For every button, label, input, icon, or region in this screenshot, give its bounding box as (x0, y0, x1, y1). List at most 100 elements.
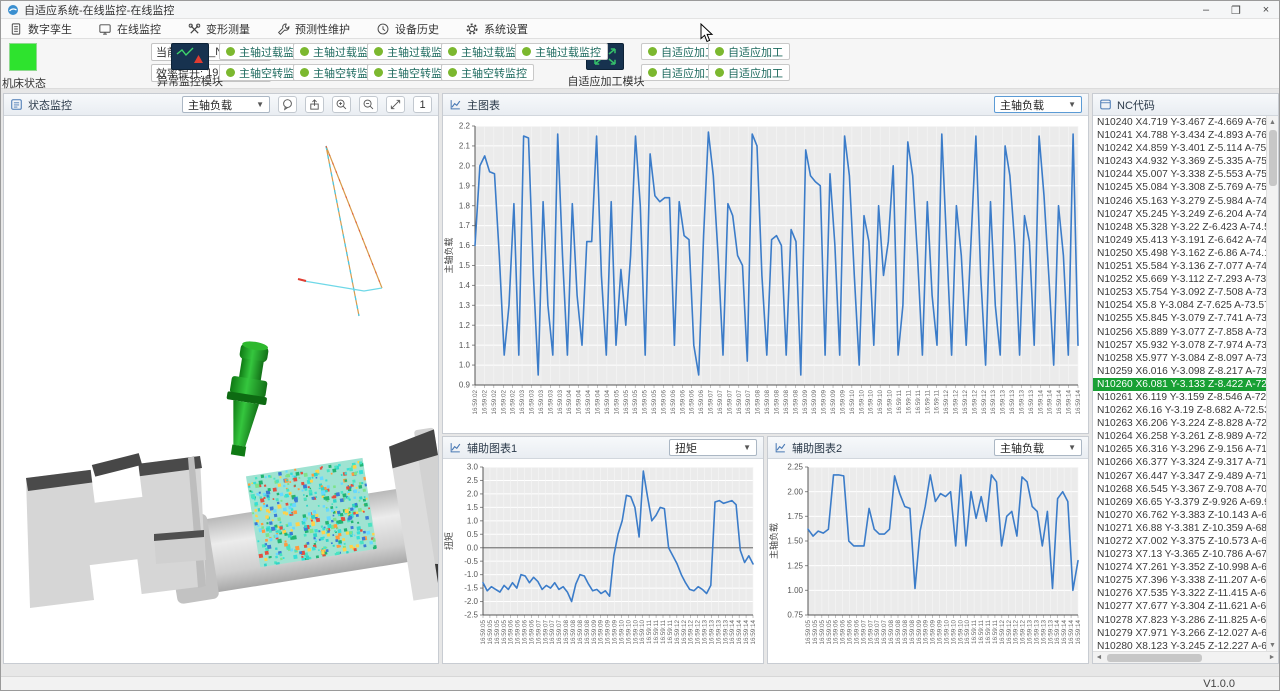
maximize-button[interactable]: ❐ (1221, 1, 1251, 19)
abnormal-monitor-module-icon[interactable] (171, 43, 209, 70)
nc-code-line[interactable]: N10279 X7.971 Y-3.266 Z-12.027 A-62.98 (1093, 627, 1278, 640)
nc-code-line[interactable]: N10254 X5.8 Y-3.084 Z-7.625 A-73.571 C (1093, 299, 1278, 312)
nc-code-line[interactable]: N10280 X8.123 Y-3.245 Z-12.227 A-62.23 (1093, 640, 1278, 651)
nc-code-line[interactable]: N10251 X5.584 Y-3.136 Z-7.077 A-74.012 (1093, 260, 1278, 273)
adaptive-machining-button[interactable]: 自适应加工 (708, 43, 790, 60)
nc-code-line-selected[interactable]: N10260 X6.081 Y-3.133 Z-8.422 A-72.835 (1093, 378, 1278, 391)
nc-code-line[interactable]: N10268 X6.545 Y-3.367 Z-9.708 A-70.519 (1093, 483, 1278, 496)
nc-code-line[interactable]: N10265 X6.316 Y-3.296 Z-9.156 A-71.771 (1093, 443, 1278, 456)
nc-code-line[interactable]: N10257 X5.932 Y-3.078 Z-7.974 A-73.243 (1093, 339, 1278, 352)
menu-item-device-history[interactable]: 设备历史 (376, 21, 439, 37)
export-icon[interactable] (305, 96, 324, 113)
nc-code-line[interactable]: N10248 X5.328 Y-3.22 Z-6.423 A-74.52 C (1093, 221, 1278, 234)
zoom-in-icon[interactable] (332, 96, 351, 113)
nc-code-line[interactable]: N10246 X5.163 Y-3.279 Z-5.984 A-74.892 (1093, 195, 1278, 208)
close-button[interactable]: × (1251, 1, 1280, 19)
fit-view-icon[interactable] (386, 96, 405, 113)
scroll-left-icon[interactable]: ◄ (1093, 654, 1105, 661)
nc-code-line[interactable]: N10245 X5.084 Y-3.308 Z-5.769 A-75.088 (1093, 181, 1278, 194)
nc-code-line[interactable]: N10247 X5.245 Y-3.249 Z-6.204 A-74.701 (1093, 208, 1278, 221)
nc-code-line[interactable]: N10261 X6.119 Y-3.159 Z-8.546 A-72.701 (1093, 391, 1278, 404)
nc-code-line[interactable]: N10243 X4.932 Y-3.369 Z-5.335 A-75.523 (1093, 155, 1278, 168)
menu-item-online-monitoring[interactable]: 在线监控 (98, 21, 161, 37)
nc-code-panel: NC代码 N10240 X4.719 Y-3.467 Z-4.669 A-76.… (1092, 93, 1279, 664)
nc-code-line[interactable]: N10244 X5.007 Y-3.338 Z-5.553 A-75.297 (1093, 168, 1278, 181)
svg-text:16:59:05: 16:59:05 (651, 390, 658, 415)
menu-item-deformation-measure[interactable]: 变形测量 (187, 21, 250, 37)
doc-icon (9, 22, 23, 36)
aux-chart1-source-dropdown[interactable]: 扭矩▼ (669, 439, 757, 456)
svg-text:16:59:07: 16:59:07 (708, 390, 715, 415)
nc-code-line[interactable]: N10264 X6.258 Y-3.261 Z-8.989 A-72.072 (1093, 430, 1278, 443)
svg-text:16:59:05: 16:59:05 (632, 390, 639, 415)
svg-text:1.5: 1.5 (459, 261, 471, 270)
nc-code-line[interactable]: N10277 X7.677 Y-3.304 Z-11.621 A-64.48 (1093, 600, 1278, 613)
nc-code-list[interactable]: N10240 X4.719 Y-3.467 Z-4.669 A-76.396N1… (1093, 116, 1278, 651)
aux-chart2[interactable]: 0.751.001.251.501.752.002.2516:59:0516:5… (768, 459, 1088, 663)
spindle-overload-monitor-button[interactable]: 主轴过载监控 (515, 43, 608, 60)
main-chart[interactable]: 0.91.01.11.21.31.41.51.61.71.81.92.02.12… (443, 116, 1088, 433)
zoom-out-icon[interactable] (359, 96, 378, 113)
nc-horizontal-scrollbar[interactable]: ◄ ► (1093, 651, 1278, 663)
nc-code-line[interactable]: N10266 X6.377 Y-3.324 Z-9.317 A-71.443 (1093, 456, 1278, 469)
status-source-dropdown[interactable]: 主轴负载▼ (182, 96, 270, 113)
nc-code-line[interactable]: N10275 X7.396 Y-3.338 Z-11.207 A-65.95 (1093, 574, 1278, 587)
svg-text:16:59:09: 16:59:09 (839, 390, 846, 415)
nc-code-line[interactable]: N10274 X7.261 Y-3.352 Z-10.998 A-66.67 (1093, 561, 1278, 574)
nc-code-line[interactable]: N10253 X5.754 Y-3.092 Z-7.508 A-73.677 (1093, 286, 1278, 299)
hscroll-thumb[interactable] (1107, 654, 1202, 662)
nc-code-line[interactable]: N10276 X7.535 Y-3.322 Z-11.415 A-65.22 (1093, 587, 1278, 600)
nc-code-line[interactable]: N10256 X5.889 Y-3.077 Z-7.858 A-73.348 (1093, 326, 1278, 339)
scroll-up-icon[interactable]: ▲ (1267, 116, 1278, 128)
nc-code-line[interactable]: N10255 X5.845 Y-3.079 Z-7.741 A-73.458 (1093, 312, 1278, 325)
main-chart-source-dropdown[interactable]: 主轴负载▼ (994, 96, 1082, 113)
nc-code-line[interactable]: N10273 X7.13 Y-3.365 Z-10.786 A-67.372 (1093, 548, 1278, 561)
nc-code-line[interactable]: N10262 X6.16 Y-3.19 Z-8.682 A-72.534 C (1093, 404, 1278, 417)
adaptive-machining-button[interactable]: 自适应加工 (708, 64, 790, 81)
vscroll-thumb[interactable] (1269, 130, 1277, 186)
menu-bar: 数字孪生 在线监控 变形测量 预测性维护 设备历史 系统设置 (1, 19, 1280, 39)
status-dot-icon (522, 47, 531, 56)
aux-chart1[interactable]: -2.5-2.0-1.5-1.0-0.50.00.51.01.52.02.53.… (443, 459, 763, 663)
svg-text:16:59:08: 16:59:08 (764, 390, 771, 415)
menu-item-predictive-maintenance[interactable]: 预测性维护 (276, 21, 350, 37)
svg-text:1.7: 1.7 (459, 221, 471, 230)
svg-text:16:59:02: 16:59:02 (491, 390, 498, 415)
svg-text:16:59:02: 16:59:02 (472, 390, 479, 415)
minimize-button[interactable]: – (1191, 1, 1221, 19)
annotate-icon[interactable] (278, 96, 297, 113)
aux-chart2-source-dropdown[interactable]: 主轴负载▼ (994, 439, 1082, 456)
model-3d-view[interactable] (4, 116, 438, 662)
nc-code-line[interactable]: N10250 X5.498 Y-3.162 Z-6.86 A-74.178 C (1093, 247, 1278, 260)
nc-code-line[interactable]: N10252 X5.669 Y-3.112 Z-7.293 A-73.844 (1093, 273, 1278, 286)
scroll-down-icon[interactable]: ▼ (1267, 639, 1278, 651)
nc-code-line[interactable]: N10270 X6.762 Y-3.383 Z-10.143 A-69.34 (1093, 509, 1278, 522)
nc-vertical-scrollbar[interactable]: ▲ ▼ (1266, 116, 1278, 651)
nc-code-line[interactable]: N10269 X6.65 Y-3.379 Z-9.926 A-69.947 C (1093, 496, 1278, 509)
title-bar: 自适应系统-在线监控-在线监控 – ❐ × (1, 1, 1280, 19)
svg-text:16:59:14: 16:59:14 (1056, 390, 1063, 415)
nc-code-line[interactable]: N10272 X7.002 Y-3.375 Z-10.573 A-68.05 (1093, 535, 1278, 548)
scroll-right-icon[interactable]: ► (1266, 654, 1278, 661)
nc-code-line[interactable]: N10278 X7.823 Y-3.286 Z-11.825 A-63.73 (1093, 614, 1278, 627)
page-1-button[interactable]: 1 (413, 96, 432, 113)
nc-code-line[interactable]: N10267 X6.447 Y-3.347 Z-9.489 A-71.055 (1093, 470, 1278, 483)
window-title: 自适应系统-在线监控-在线监控 (24, 2, 174, 18)
nc-code-line[interactable]: N10240 X4.719 Y-3.467 Z-4.669 A-76.396 (1093, 116, 1278, 129)
status-dot-icon (374, 68, 383, 77)
status-dot-icon (448, 68, 457, 77)
nc-code-line[interactable]: N10241 X4.788 Y-3.434 Z-4.893 A-76.062 (1093, 129, 1278, 142)
menu-item-system-settings[interactable]: 系统设置 (465, 21, 528, 37)
spindle-idle-monitor-button[interactable]: 主轴空转监控 (441, 64, 534, 81)
menu-item-digital-twin[interactable]: 数字孪生 (9, 21, 72, 37)
svg-text:1.75: 1.75 (787, 512, 803, 521)
svg-text:0.0: 0.0 (467, 543, 479, 552)
nc-code-line[interactable]: N10259 X6.016 Y-3.098 Z-8.217 A-73.036 (1093, 365, 1278, 378)
nc-code-line[interactable]: N10249 X5.413 Y-3.191 Z-6.642 A-74.346 (1093, 234, 1278, 247)
nc-code-line[interactable]: N10258 X5.977 Y-3.084 Z-8.097 A-73.138 (1093, 352, 1278, 365)
nc-code-line[interactable]: N10242 X4.859 Y-3.401 Z-5.114 A-75.775 (1093, 142, 1278, 155)
nc-code-line[interactable]: N10263 X6.206 Y-3.224 Z-8.828 A-72.33 C (1093, 417, 1278, 430)
svg-text:-0.5: -0.5 (464, 557, 478, 566)
svg-text:扭矩: 扭矩 (443, 532, 454, 550)
nc-code-line[interactable]: N10271 X6.88 Y-3.381 Z-10.359 A-68.711 (1093, 522, 1278, 535)
